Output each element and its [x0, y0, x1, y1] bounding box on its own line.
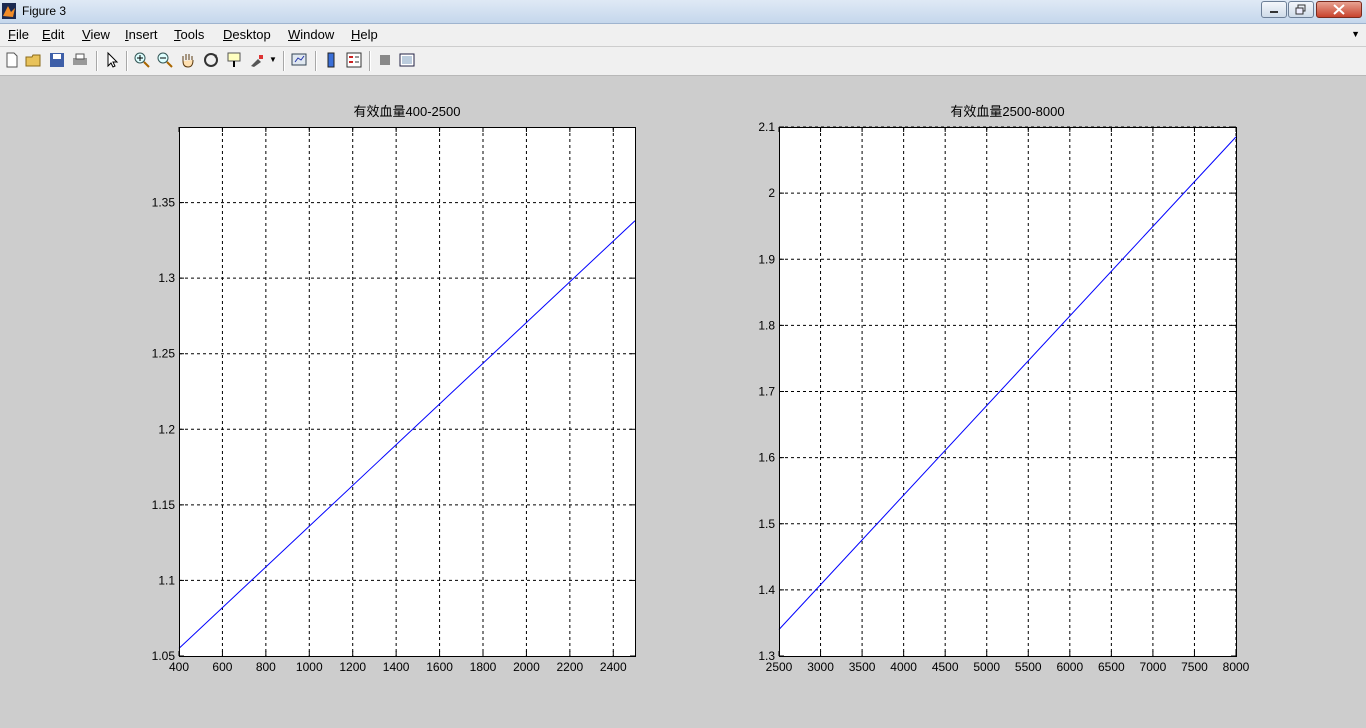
menu-bar: File Edit View Insert Tools Desktop Wind… [0, 24, 1366, 46]
y-tick-label: 1.2 [158, 422, 175, 436]
y-tick-label: 1.3 [758, 649, 775, 663]
y-tick-label: 1.25 [152, 347, 176, 361]
dock-arrow-icon[interactable]: ▼ [1351, 29, 1360, 39]
x-tick-label: 7000 [1140, 660, 1167, 674]
matlab-icon [2, 3, 16, 19]
brush-dropdown-icon[interactable]: ▼ [269, 55, 277, 73]
plot-area [179, 127, 635, 656]
y-tick-label: 1.05 [152, 649, 176, 663]
save-icon[interactable] [48, 51, 66, 69]
y-tick-label: 2.1 [758, 120, 775, 134]
new-figure-icon[interactable] [3, 51, 21, 69]
title-bar: Figure 3 [0, 0, 1366, 24]
x-tick-label: 3000 [807, 660, 834, 674]
toolbar-separator [96, 51, 98, 71]
x-tick-label: 7500 [1181, 660, 1208, 674]
figure-canvas[interactable]: 400 600 800 1000 1200 1400 1600 1800 2000 2200 240… [0, 76, 1366, 728]
y-tick-label: 1.15 [152, 498, 176, 512]
x-tick-label: 800 [256, 660, 276, 674]
x-tick-label: 1800 [470, 660, 497, 674]
data-cursor-icon[interactable] [225, 51, 243, 69]
chart-title: 有效血量2500-8000 [950, 104, 1064, 119]
y-tick-label: 1.3 [158, 271, 175, 285]
x-tick-label: 600 [212, 660, 232, 674]
rotate-3d-icon[interactable] [202, 51, 220, 69]
axes-1: 400 600 800 1000 1200 1400 1600 1800 2000 2200 240… [152, 104, 636, 674]
menu-edit[interactable]: Edit [42, 27, 64, 42]
brush-icon[interactable] [248, 51, 266, 69]
toolbar-separator [283, 51, 285, 71]
y-tick-label: 1.7 [758, 385, 775, 399]
x-tick-label: 5500 [1015, 660, 1042, 674]
chart-title: 有效血量400-2500 [354, 104, 461, 119]
x-tick-label: 6500 [1098, 660, 1125, 674]
toolbar-separator [126, 51, 128, 71]
y-tick-label: 1.6 [758, 451, 775, 465]
minimize-button[interactable] [1261, 1, 1287, 18]
menu-view[interactable]: View [82, 27, 110, 42]
toolbar-separator [369, 51, 371, 71]
y-tick-label: 1.35 [152, 196, 176, 210]
menu-help[interactable]: Help [351, 27, 378, 42]
y-tick-label: 2 [768, 186, 775, 200]
restore-icon [1295, 4, 1306, 15]
axes-2: 2500 3000 3500 4000 4500 5000 5500 6000 6500 7000… [758, 104, 1249, 674]
y-tick-label: 1.4 [758, 583, 775, 597]
x-tick-label: 4000 [890, 660, 917, 674]
x-tick-label: 2200 [557, 660, 584, 674]
legend-icon[interactable] [345, 51, 363, 69]
x-tick-label: 1600 [426, 660, 453, 674]
menu-desktop[interactable]: Desktop [223, 27, 271, 42]
close-icon [1333, 4, 1345, 15]
figure-toolbar: ▼ [0, 47, 1366, 76]
print-icon[interactable] [71, 51, 89, 69]
minimize-icon [1270, 11, 1278, 13]
link-plot-icon[interactable] [290, 51, 308, 69]
menu-window[interactable]: Window [288, 27, 334, 42]
x-tick-label: 5000 [973, 660, 1000, 674]
pan-hand-icon[interactable] [179, 51, 197, 69]
toolbar-separator [315, 51, 317, 71]
pointer-icon[interactable] [103, 51, 121, 69]
hide-plot-tools-icon[interactable] [376, 51, 394, 69]
show-plot-tools-icon[interactable] [398, 51, 416, 69]
menu-tools[interactable]: Tools [174, 27, 204, 42]
y-tick-label: 1.9 [758, 252, 775, 266]
y-tick-label: 1.5 [758, 517, 775, 531]
x-tick-label: 1400 [383, 660, 410, 674]
restore-button[interactable] [1288, 1, 1314, 18]
colorbar-icon[interactable] [322, 51, 340, 69]
window-title: Figure 3 [22, 4, 67, 18]
x-tick-label: 4500 [932, 660, 959, 674]
x-tick-label: 2400 [600, 660, 627, 674]
x-tick-label: 2000 [513, 660, 540, 674]
close-button[interactable] [1316, 1, 1362, 18]
y-tick-label: 1.1 [158, 573, 175, 587]
menu-insert[interactable]: Insert [125, 27, 158, 42]
y-tick-label: 1.8 [758, 318, 775, 332]
zoom-out-icon[interactable] [156, 51, 174, 69]
x-tick-label: 1200 [339, 660, 366, 674]
x-tick-label: 3500 [849, 660, 876, 674]
open-file-icon[interactable] [25, 51, 43, 69]
zoom-in-icon[interactable] [133, 51, 151, 69]
x-tick-label: 1000 [296, 660, 323, 674]
x-tick-label: 8000 [1223, 660, 1250, 674]
x-tick-label: 6000 [1056, 660, 1083, 674]
menu-file[interactable]: File [8, 27, 29, 42]
